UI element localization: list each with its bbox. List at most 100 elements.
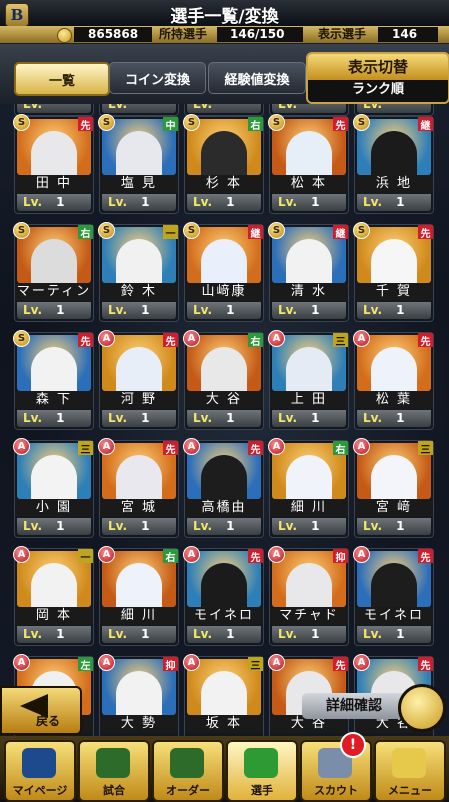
player-card-partial[interactable]: Lv. [99, 104, 179, 116]
player-name: 小 園 [15, 499, 93, 517]
level-label: Lv. 1 [187, 302, 261, 319]
player-icon [244, 748, 278, 778]
player-silhouette [116, 455, 162, 499]
rank-badge: A [268, 546, 285, 563]
player-silhouette [286, 347, 332, 391]
player-name: 坂 本 [185, 715, 263, 733]
player-card[interactable]: A 一岡 本 Lv. 1 [13, 546, 94, 646]
player-card[interactable]: S 継清 水 Lv. 1 [268, 222, 349, 322]
level-label: Lv. 1 [102, 626, 176, 643]
player-name: 宮 城 [100, 499, 178, 517]
position-badge: 先 [163, 441, 178, 456]
nav-mypage[interactable]: マイページ [4, 740, 76, 802]
level-label: Lv. 1 [187, 626, 261, 643]
player-card[interactable]: A 先松 葉 Lv. 1 [353, 330, 434, 430]
player-card[interactable]: S 先森 下 Lv. 1 [13, 330, 94, 430]
player-card[interactable]: S 継浜 地 Lv. 1 [353, 114, 434, 214]
player-card[interactable]: S 継山﨑康 Lv. 1 [183, 222, 264, 322]
level-label: Lv. 1 [187, 410, 261, 427]
position-badge: 三 [418, 441, 433, 456]
level-label: Lv. [102, 104, 176, 113]
position-badge: 一 [163, 225, 178, 240]
player-name: 宮 﨑 [355, 499, 433, 517]
player-name: 細 川 [270, 499, 348, 517]
position-badge: 先 [418, 225, 433, 240]
rank-badge: A [183, 654, 200, 671]
player-silhouette [201, 131, 247, 175]
person-icon[interactable] [398, 684, 446, 732]
display-switch[interactable]: 表示切替 ランク順 [306, 52, 449, 104]
position-badge: 先 [418, 657, 433, 672]
player-silhouette [116, 671, 162, 715]
player-card[interactable]: A 右細 川 Lv. 1 [98, 546, 179, 646]
nav-menu[interactable]: メニュー [374, 740, 446, 802]
player-name: 松 葉 [355, 391, 433, 409]
rank-badge: S [268, 114, 285, 131]
level-label: Lv. 1 [17, 410, 91, 427]
level-label: Lv. 1 [102, 194, 176, 211]
player-card[interactable]: S 中塩 見 Lv. 1 [98, 114, 179, 214]
level-label: Lv. 1 [272, 194, 346, 211]
position-badge: 三 [248, 657, 263, 672]
position-badge: 先 [333, 657, 348, 672]
player-card-partial[interactable]: Lv. [269, 104, 349, 116]
rank-badge: S [183, 222, 200, 239]
level-label: Lv. 1 [17, 518, 91, 535]
nav-order[interactable]: オーダー [152, 740, 224, 802]
player-card[interactable]: A 抑マチャド Lv. 1 [268, 546, 349, 646]
player-card[interactable]: S 一鈴 木 Lv. 1 [98, 222, 179, 322]
level-label: Lv. 1 [102, 302, 176, 319]
player-card[interactable]: A 先モイネロ Lv. 1 [183, 546, 264, 646]
player-card-partial[interactable]: Lv. [14, 104, 94, 116]
player-card[interactable]: A 三上 田 Lv. 1 [268, 330, 349, 430]
player-silhouette [371, 347, 417, 391]
nav-players[interactable]: 選手 [226, 740, 298, 802]
player-card[interactable]: S 先千 賀 Lv. 1 [353, 222, 434, 322]
player-silhouette [116, 239, 162, 283]
rank-badge: S [13, 222, 30, 239]
player-card[interactable]: A 右細 川 Lv. 1 [268, 438, 349, 538]
owned-count: 146/150 [230, 27, 285, 41]
tab-list[interactable]: 一覧 [14, 62, 110, 96]
coin-count: 865868 [88, 27, 139, 41]
player-card[interactable]: A 三小 園 Lv. 1 [13, 438, 94, 538]
rank-badge: S [13, 330, 30, 347]
position-badge: 右 [248, 333, 263, 348]
player-silhouette [31, 563, 77, 607]
rank-badge: A [183, 546, 200, 563]
player-card[interactable]: A 三宮 﨑 Lv. 1 [353, 438, 434, 538]
rank-badge: A [353, 654, 370, 671]
display-switch-title: 表示切替 [308, 54, 448, 80]
player-card-partial[interactable]: Lv. [354, 104, 434, 116]
player-card-partial[interactable]: Lv. [184, 104, 264, 116]
player-card[interactable]: A 先宮 城 Lv. 1 [98, 438, 179, 538]
position-badge: 先 [418, 549, 433, 564]
position-badge: 抑 [163, 657, 178, 672]
player-name: 森 下 [15, 391, 93, 409]
level-label: Lv. 1 [187, 518, 261, 535]
back-button[interactable]: 戻る [0, 686, 82, 735]
player-card[interactable]: A 先モイネロ Lv. 1 [353, 546, 434, 646]
position-badge: 先 [418, 333, 433, 348]
player-name: 上 田 [270, 391, 348, 409]
title-bar: B 選手一覧/変換 [0, 0, 449, 27]
player-card[interactable]: S 先松 本 Lv. 1 [268, 114, 349, 214]
player-card[interactable]: S 先田 中 Lv. 1 [13, 114, 94, 214]
player-card[interactable]: S 右マーティン Lv. 1 [13, 222, 94, 322]
player-name: 松 本 [270, 175, 348, 193]
tab-coin-convert[interactable]: コイン変換 [109, 62, 206, 94]
level-label: Lv. 1 [17, 626, 91, 643]
player-silhouette [31, 239, 77, 283]
position-badge: 一 [78, 549, 93, 564]
shown-count: 146 [392, 27, 418, 41]
position-badge: 先 [248, 549, 263, 564]
player-card[interactable]: S 右杉 本 Lv. 1 [183, 114, 264, 214]
rank-badge: S [98, 222, 115, 239]
player-card[interactable]: A 先河 野 Lv. 1 [98, 330, 179, 430]
tab-exp-convert[interactable]: 経験値変換 [208, 62, 306, 94]
player-card[interactable]: A 右大 谷 Lv. 1 [183, 330, 264, 430]
nav-game[interactable]: 試合 [78, 740, 150, 802]
level-label: Lv. 1 [102, 518, 176, 535]
position-badge: 継 [248, 225, 263, 240]
player-card[interactable]: A 先高橋由 Lv. 1 [183, 438, 264, 538]
